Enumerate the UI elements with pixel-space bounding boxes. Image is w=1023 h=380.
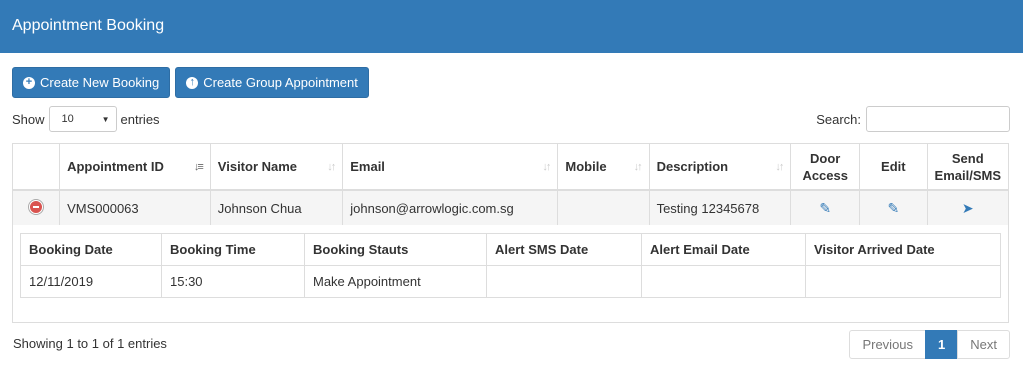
alert-email-date-value [641, 265, 806, 298]
booking-date-value: 12/11/2019 [20, 265, 162, 298]
sort-icon: ↓↑ [633, 160, 643, 173]
detail-header-booking-time: Booking Time [161, 233, 305, 266]
detail-header-visitor-arrived-date: Visitor Arrived Date [805, 233, 1001, 266]
entries-label: entries [120, 111, 160, 127]
column-header-description[interactable]: Description ↓↑ [649, 144, 792, 191]
detail-header-alert-email-date: Alert Email Date [641, 233, 806, 266]
visitor-name-cell: Johnson Chua [210, 190, 344, 225]
panel-header: Appointment Booking [0, 0, 1023, 53]
mobile-cell [557, 190, 650, 225]
email-cell: johnson@arrowlogic.com.sg [342, 190, 559, 225]
expand-column-header [13, 144, 61, 191]
column-header-mobile[interactable]: Mobile ↓↑ [557, 144, 650, 191]
toolbar: + Create New Booking ↑ Create Group Appo… [12, 67, 369, 98]
booking-time-value: 15:30 [161, 265, 305, 298]
entries-length: Show 10 ▼ entries [12, 106, 160, 132]
expand-cell[interactable] [13, 190, 61, 225]
visitor-arrived-date-value [805, 265, 1001, 298]
minus-circle-icon[interactable] [29, 199, 44, 214]
table-row: VMS000063 Johnson Chua johnson@arrowlogi… [13, 190, 1008, 225]
column-header-email[interactable]: Email ↓↑ [342, 144, 559, 191]
edit-icon[interactable]: ✎ [819, 200, 831, 216]
chevron-down-icon: ▼ [101, 114, 110, 124]
page-title: Appointment Booking [12, 17, 165, 34]
column-header-send-email-sms: Send Email/SMS [927, 144, 1008, 191]
plus-circle-icon: + [23, 76, 35, 89]
sort-icon: ↓↑ [542, 160, 551, 173]
search-input[interactable] [866, 106, 1010, 132]
column-header-door-access: Door Access [790, 144, 861, 191]
sort-icon: ↓↑ [327, 160, 336, 173]
send-icon[interactable]: ➤ [962, 200, 974, 216]
upload-circle-icon: ↑ [186, 76, 199, 89]
pagination: Previous 1 Next [849, 330, 1010, 359]
detail-row: Booking Date Booking Time Booking Stauts… [13, 225, 1008, 322]
table-info: Showing 1 to 1 of 1 entries [13, 336, 167, 351]
booking-status-value: Make Appointment [304, 265, 487, 298]
alert-sms-date-value [486, 265, 642, 298]
edit-icon[interactable]: ✎ [887, 200, 899, 216]
entries-select[interactable]: 10 ▼ [48, 106, 117, 132]
appointment-id-cell: VMS000063 [59, 190, 211, 225]
detail-header-booking-date: Booking Date [20, 233, 162, 266]
appointments-table-container: Appointment ID ↓≡ Visitor Name ↓↑ Email … [12, 143, 1009, 323]
send-cell: ➤ [927, 190, 1008, 225]
sort-icon: ↓≡ [193, 160, 204, 173]
door-access-cell: ✎ [790, 190, 861, 225]
detail-header-alert-sms-date: Alert SMS Date [486, 233, 642, 266]
show-label: Show [12, 111, 45, 127]
column-header-edit: Edit [859, 144, 928, 191]
detail-header-booking-status: Booking Stauts [304, 233, 487, 266]
column-header-visitor-name[interactable]: Visitor Name ↓↑ [210, 144, 344, 191]
next-button[interactable]: Next [957, 330, 1010, 359]
search-box: Search: [816, 106, 1010, 132]
search-label: Search: [816, 111, 861, 127]
description-cell: Testing 12345678 [649, 190, 792, 225]
previous-button[interactable]: Previous [849, 330, 927, 359]
page-1-button[interactable]: 1 [925, 330, 959, 359]
column-header-appointment-id[interactable]: Appointment ID ↓≡ [59, 144, 211, 191]
booking-detail-table: Booking Date Booking Time Booking Stauts… [20, 233, 1001, 298]
appointments-table: Appointment ID ↓≡ Visitor Name ↓↑ Email … [13, 144, 1008, 322]
create-new-booking-button[interactable]: + Create New Booking [12, 67, 171, 98]
edit-cell: ✎ [859, 190, 928, 225]
sort-icon: ↓↑ [775, 160, 784, 173]
create-group-appointment-button[interactable]: ↑ Create Group Appointment [175, 67, 369, 98]
detail-cell: Booking Date Booking Time Booking Stauts… [13, 225, 1008, 322]
